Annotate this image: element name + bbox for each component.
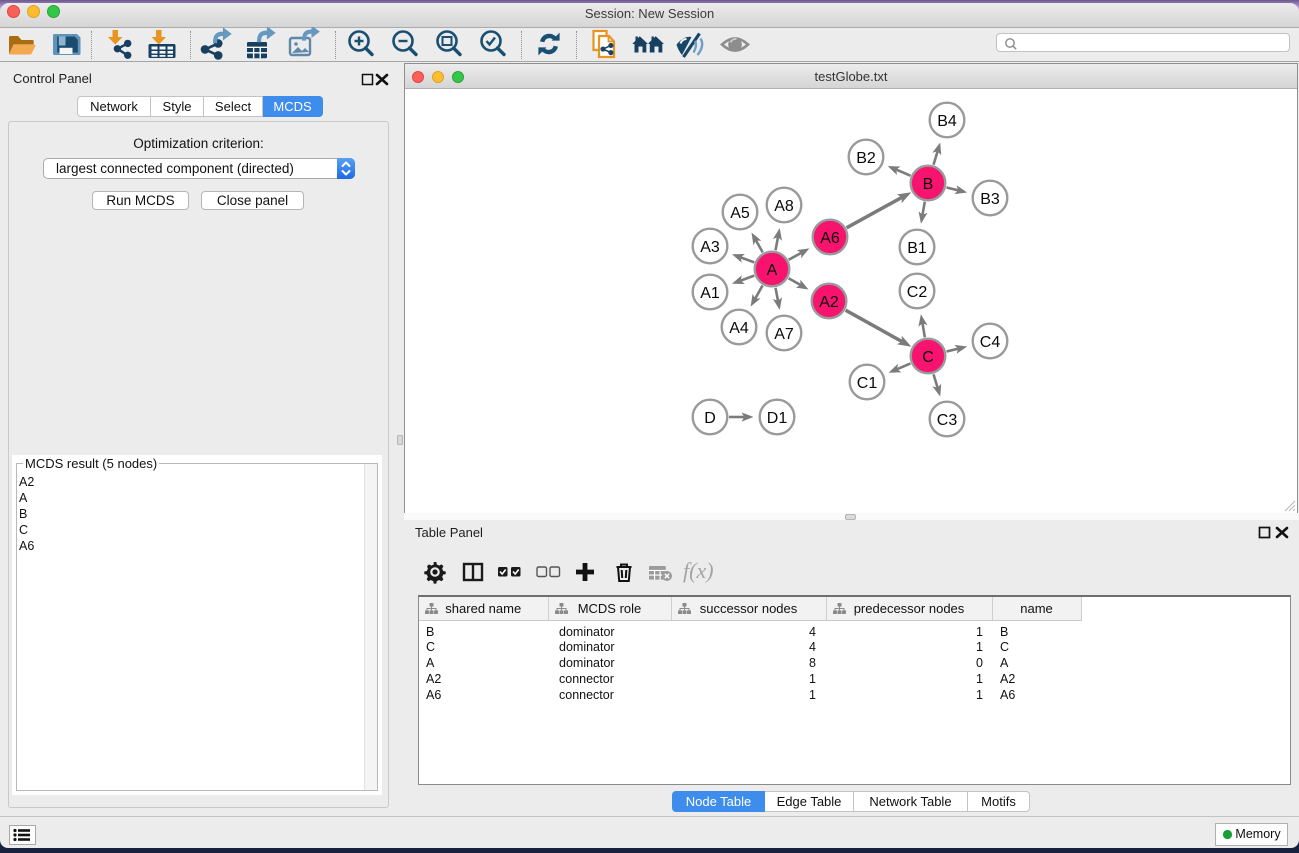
svg-text:B1: B1: [907, 240, 927, 257]
svg-text:A3: A3: [700, 239, 720, 256]
svg-text:C2: C2: [907, 284, 928, 301]
svg-text:B3: B3: [980, 191, 1000, 208]
svg-text:B: B: [923, 176, 934, 193]
svg-text:A8: A8: [774, 198, 794, 215]
svg-text:A7: A7: [774, 326, 794, 343]
svg-text:A2: A2: [819, 294, 839, 311]
svg-text:C: C: [922, 349, 934, 366]
svg-text:B4: B4: [937, 113, 957, 130]
svg-text:D1: D1: [767, 410, 788, 427]
svg-text:B2: B2: [856, 150, 876, 167]
svg-text:A6: A6: [820, 230, 840, 247]
svg-text:C4: C4: [980, 334, 1001, 351]
svg-text:A4: A4: [729, 320, 749, 337]
svg-text:A1: A1: [700, 285, 720, 302]
svg-text:C3: C3: [937, 412, 958, 429]
svg-text:A5: A5: [730, 205, 750, 222]
svg-text:C1: C1: [857, 375, 878, 392]
svg-text:A: A: [767, 262, 778, 279]
svg-text:D: D: [704, 410, 716, 427]
